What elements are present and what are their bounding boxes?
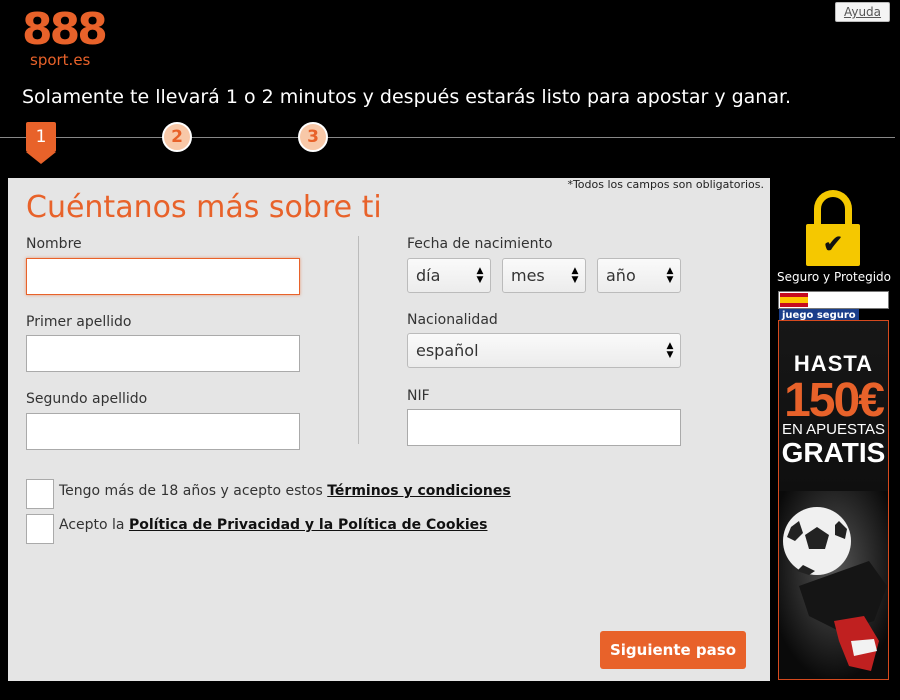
form-title: Cuéntanos más sobre ti <box>26 190 382 225</box>
up-down-arrows-icon: ▲ ▼ <box>666 341 674 360</box>
up-down-arrows-icon: ▲ ▼ <box>571 266 579 285</box>
privacy-link[interactable]: Política de Privacidad y la Política de … <box>129 517 488 533</box>
primer-apellido-input[interactable] <box>26 335 300 372</box>
promo-gratis: GRATIS <box>781 437 886 468</box>
help-button[interactable]: Ayuda <box>835 2 890 22</box>
terms-text: Tengo más de 18 años y acepto estos Térm… <box>59 483 511 499</box>
primer-apellido-label: Primer apellido <box>26 314 132 330</box>
nombre-input[interactable] <box>26 258 300 295</box>
tagline: Solamente te llevará 1 o 2 minutos y des… <box>22 86 792 108</box>
registration-form-panel: *Todos los campos son obligatorios. Cuén… <box>8 178 770 681</box>
nacionalidad-select[interactable]: español ▲ ▼ <box>407 333 681 368</box>
privacy-prefix: Acepto la <box>59 517 129 533</box>
dia-select[interactable]: día ▲ ▼ <box>407 258 491 293</box>
up-down-arrows-icon: ▲ ▼ <box>666 266 674 285</box>
step-3-indicator: 3 <box>298 122 328 152</box>
terms-checkbox[interactable] <box>26 479 54 509</box>
mes-select-value: mes <box>511 266 545 285</box>
next-step-button[interactable]: Siguiente paso <box>600 631 746 669</box>
promo-amount: 150€ <box>784 374 885 427</box>
secure-protected-text: Seguro y Protegido <box>777 270 891 284</box>
anio-select-value: año <box>606 266 636 285</box>
nif-input[interactable] <box>407 409 681 446</box>
mes-select[interactable]: mes ▲ ▼ <box>502 258 586 293</box>
football-player-image <box>779 491 888 679</box>
step-1-indicator: 1 <box>26 122 56 164</box>
promo-en-apuestas: EN APUESTAS <box>781 421 886 438</box>
segundo-apellido-input[interactable] <box>26 413 300 450</box>
steps-progress-line <box>0 137 895 138</box>
segundo-apellido-label: Segundo apellido <box>26 391 148 407</box>
nombre-label: Nombre <box>26 236 82 252</box>
dia-select-value: día <box>416 266 441 285</box>
nif-label: NIF <box>407 388 430 404</box>
privacy-checkbox[interactable] <box>26 514 54 544</box>
anio-select[interactable]: año ▲ ▼ <box>597 258 681 293</box>
up-down-arrows-icon: ▲ ▼ <box>476 266 484 285</box>
terms-prefix: Tengo más de 18 años y acepto estos <box>59 483 328 499</box>
nacionalidad-label: Nacionalidad <box>407 312 498 328</box>
step-2-indicator: 2 <box>162 122 192 152</box>
lock-check-icon: ✔ <box>806 190 860 268</box>
required-fields-note: *Todos los campos son obligatorios. <box>567 178 764 191</box>
privacy-text: Acepto la Política de Privacidad y la Po… <box>59 517 487 533</box>
promo-banner[interactable]: HASTA 150€ EN APUESTAS GRATIS <box>778 320 889 680</box>
logo-888sport[interactable]: 888 sport.es <box>22 4 108 69</box>
column-divider <box>358 236 359 444</box>
spain-flag-icon <box>780 293 808 307</box>
terms-link[interactable]: Términos y condiciones <box>327 483 510 499</box>
juego-seguro-badge[interactable]: juego seguro <box>778 291 889 323</box>
fecha-nacimiento-label: Fecha de nacimiento <box>407 236 553 252</box>
logo-number: 888 <box>22 4 108 55</box>
nacionalidad-select-value: español <box>416 341 479 360</box>
